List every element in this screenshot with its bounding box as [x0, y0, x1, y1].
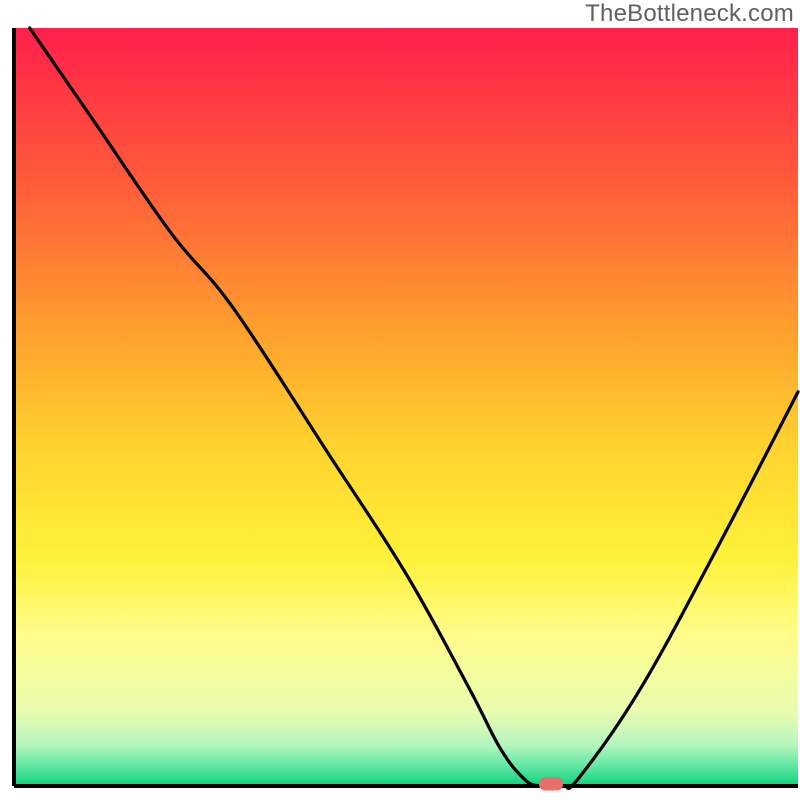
- watermark-text: TheBottleneck.com: [585, 0, 794, 28]
- optimal-point-marker: [539, 778, 563, 791]
- bottleneck-chart: TheBottleneck.com: [0, 0, 800, 800]
- plot-background: [14, 28, 798, 786]
- chart-canvas: [0, 0, 800, 800]
